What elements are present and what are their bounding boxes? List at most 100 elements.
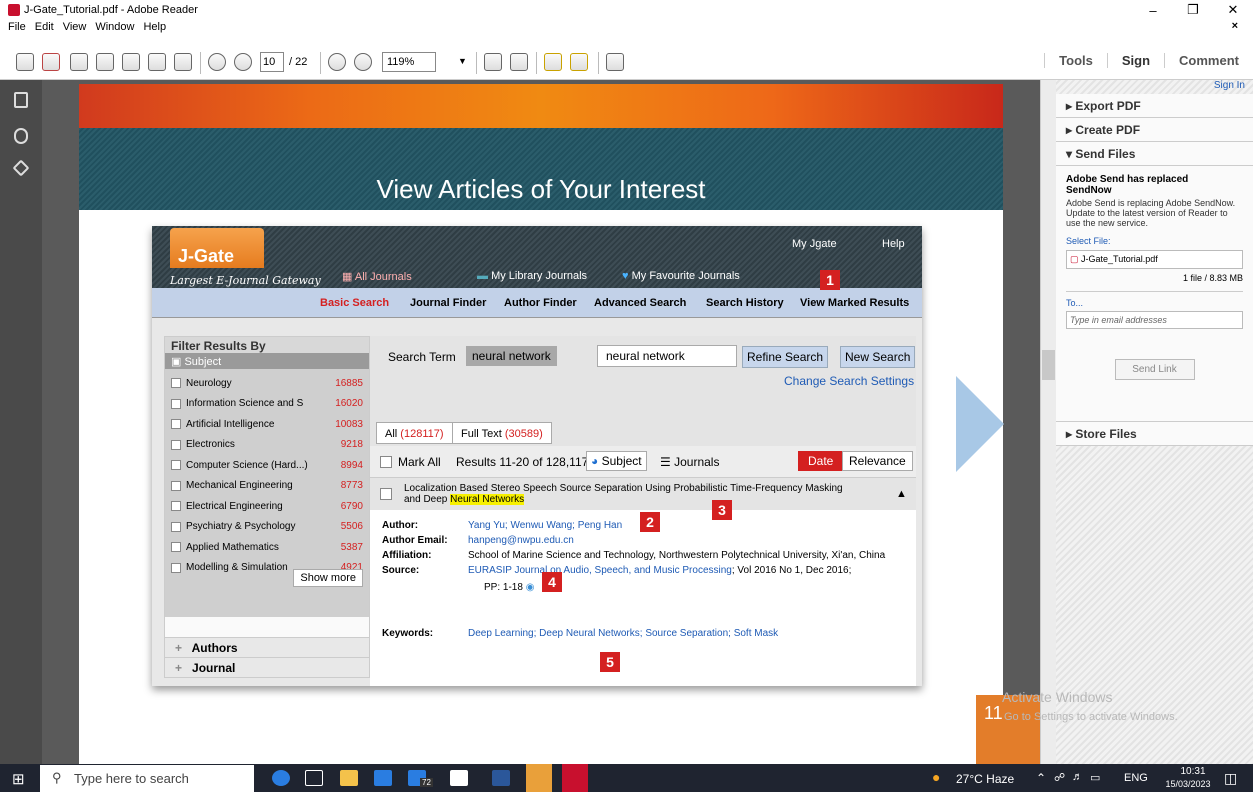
- subnav-basic-search[interactable]: Basic Search: [320, 297, 389, 309]
- windows-start-icon[interactable]: ⊞: [12, 770, 25, 788]
- article-checkbox[interactable]: [380, 488, 392, 500]
- notifications-icon[interactable]: ◫: [1224, 770, 1237, 787]
- checkbox[interactable]: [171, 562, 181, 573]
- email-input[interactable]: Type in email addresses: [1066, 311, 1243, 329]
- zoom-select[interactable]: 119%: [382, 52, 436, 72]
- layers-icon[interactable]: [12, 159, 30, 177]
- menu-view[interactable]: View: [63, 21, 87, 33]
- authors-accordion[interactable]: + Authors: [165, 637, 369, 657]
- fit-page-icon[interactable]: [510, 53, 528, 71]
- checkbox[interactable]: [171, 521, 181, 532]
- sort-date-button[interactable]: Date: [798, 451, 844, 471]
- source-journal-link[interactable]: EURASIP Journal on Audio, Speech, and Mu…: [468, 565, 732, 576]
- checkbox[interactable]: [171, 480, 181, 491]
- upload-cloud-icon[interactable]: [96, 53, 114, 71]
- mark-all-checkbox[interactable]: [380, 456, 392, 468]
- fullscreen-icon[interactable]: [606, 53, 624, 71]
- show-more-button[interactable]: Show more: [293, 569, 363, 587]
- word-icon[interactable]: [492, 770, 510, 786]
- battery-icon[interactable]: ▭: [1090, 771, 1100, 784]
- document-view[interactable]: View Articles of Your Interest J-Gate La…: [42, 80, 1040, 764]
- subject-row[interactable]: Computer Science (Hard...) 8994: [171, 455, 363, 476]
- clock-time[interactable]: 10:31: [1168, 766, 1218, 777]
- tab-my-library-journals[interactable]: ▬ My Library Journals: [477, 270, 587, 282]
- comment-tab[interactable]: Comment: [1164, 52, 1253, 68]
- refine-search-button[interactable]: Refine Search: [742, 346, 829, 368]
- edit-pdf-icon[interactable]: [70, 53, 88, 71]
- menu-window[interactable]: Window: [95, 21, 134, 33]
- menu-edit[interactable]: Edit: [35, 21, 54, 33]
- vertical-scrollbar[interactable]: [1040, 80, 1056, 764]
- checkbox[interactable]: [171, 542, 181, 553]
- sort-relevance-button[interactable]: Relevance: [842, 451, 913, 471]
- subject-row[interactable]: Artificial Intelligence 10083: [171, 414, 363, 435]
- subject-row[interactable]: Electrical Engineering 6790: [171, 496, 363, 517]
- export-pdf-section[interactable]: ▸ Export PDF: [1056, 94, 1253, 118]
- article-title-line1[interactable]: Localization Based Stereo Speech Source …: [404, 483, 843, 494]
- chrome-icon[interactable]: [526, 764, 552, 792]
- fit-width-icon[interactable]: [484, 53, 502, 71]
- network-icon[interactable]: ☍: [1054, 771, 1065, 784]
- next-page-icon[interactable]: [234, 53, 252, 71]
- send-link-button[interactable]: Send Link: [1114, 359, 1195, 380]
- send-files-section[interactable]: ▾ Send Files: [1056, 142, 1253, 166]
- open-pdf-icon[interactable]: [42, 53, 60, 71]
- tab-full-text[interactable]: Full Text (30589): [452, 422, 552, 444]
- checkbox[interactable]: [171, 378, 181, 389]
- collapse-triangle-icon[interactable]: ▲: [896, 488, 907, 500]
- print-icon[interactable]: [148, 53, 166, 71]
- volume-icon[interactable]: ♬: [1072, 771, 1083, 783]
- clock-date[interactable]: 15/03/2023: [1158, 779, 1218, 789]
- checkbox[interactable]: [171, 439, 181, 450]
- checkbox[interactable]: [171, 419, 181, 430]
- previous-page-icon[interactable]: [208, 53, 226, 71]
- people-icon[interactable]: ◉: [526, 582, 535, 593]
- attachments-icon[interactable]: [14, 128, 28, 144]
- checkbox[interactable]: [171, 398, 181, 409]
- subnav-search-history[interactable]: Search History: [706, 297, 784, 309]
- subject-row[interactable]: Electronics 9218: [171, 435, 363, 456]
- menu-file[interactable]: File: [8, 21, 26, 33]
- subnav-author-finder[interactable]: Author Finder: [504, 297, 577, 309]
- zoom-out-icon[interactable]: [328, 53, 346, 71]
- menu-help[interactable]: Help: [143, 21, 166, 33]
- close-document-icon[interactable]: ×: [1232, 20, 1238, 32]
- subject-row[interactable]: Mechanical Engineering 8773: [171, 476, 363, 497]
- scrollbar-thumb[interactable]: [1042, 350, 1055, 380]
- subject-row[interactable]: Information Science and S 16020: [171, 394, 363, 415]
- sign-tab[interactable]: Sign: [1106, 52, 1164, 68]
- comment-icon[interactable]: [544, 53, 562, 71]
- tools-tab[interactable]: Tools: [1044, 52, 1107, 68]
- minimize-icon[interactable]: –: [1133, 0, 1173, 20]
- tray-chevron-icon[interactable]: ⌃: [1036, 771, 1046, 785]
- subnav-view-marked-results[interactable]: View Marked Results: [800, 297, 909, 309]
- subject-row[interactable]: Applied Mathematics 5387: [171, 537, 363, 558]
- checkbox[interactable]: [171, 501, 181, 512]
- page-thumbnails-icon[interactable]: [14, 92, 28, 108]
- article-header[interactable]: Localization Based Stereo Speech Source …: [370, 478, 916, 510]
- subject-toggle[interactable]: ◕ Subject: [586, 451, 647, 471]
- create-pdf-section[interactable]: ▸ Create PDF: [1056, 118, 1253, 142]
- article-keywords[interactable]: Deep Learning; Deep Neural Networks; Sou…: [468, 628, 778, 639]
- subject-row[interactable]: Psychiatry & Psychology 5506: [171, 517, 363, 538]
- help-link[interactable]: Help: [882, 238, 905, 250]
- restore-icon[interactable]: ❐: [1173, 0, 1213, 20]
- subject-header[interactable]: ▣ Subject: [165, 353, 369, 369]
- language-indicator[interactable]: ENG: [1124, 772, 1148, 784]
- new-search-button[interactable]: New Search: [840, 346, 916, 368]
- store-files-section[interactable]: ▸ Store Files: [1056, 422, 1253, 446]
- author-email[interactable]: hanpeng@nwpu.edu.cn: [468, 535, 574, 546]
- create-pdf-icon[interactable]: [16, 53, 34, 71]
- tab-my-favourite-journals[interactable]: ♥ My Favourite Journals: [622, 270, 740, 282]
- weather-text[interactable]: 27°C Haze: [956, 772, 1014, 786]
- close-icon[interactable]: ✕: [1213, 0, 1253, 20]
- notepad-icon[interactable]: [450, 770, 468, 786]
- save-icon[interactable]: [122, 53, 140, 71]
- my-jgate-link[interactable]: My Jgate: [792, 238, 837, 250]
- chevron-down-icon[interactable]: ▼: [458, 56, 467, 66]
- page-number-input[interactable]: 10: [260, 52, 284, 72]
- zoom-in-icon[interactable]: [354, 53, 372, 71]
- bing-icon[interactable]: [272, 770, 290, 786]
- adobe-reader-icon[interactable]: [562, 764, 588, 792]
- article-title-line2[interactable]: and Deep Neural Networks: [404, 494, 525, 505]
